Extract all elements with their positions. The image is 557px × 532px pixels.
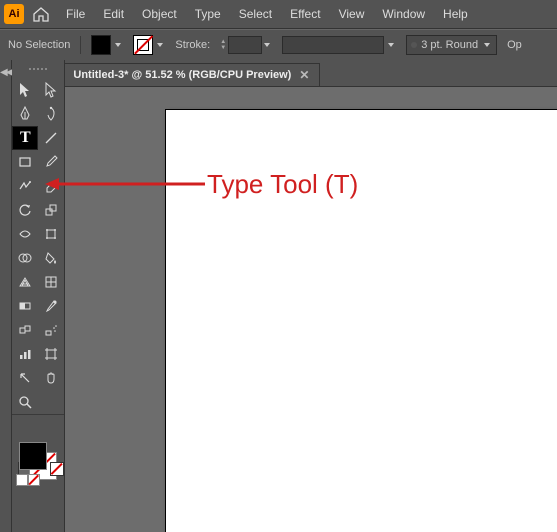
panel-collapse-icon[interactable]: ◀◀ [0, 67, 11, 78]
scale-tool[interactable] [38, 198, 64, 222]
menu-type[interactable]: Type [187, 3, 229, 25]
gradient-tool[interactable] [12, 294, 38, 318]
default-fillstroke-icon[interactable] [16, 474, 28, 486]
tools-panel: T [12, 60, 65, 532]
column-graph-tool[interactable] [12, 342, 38, 366]
close-tab-icon[interactable]: ✕ [299, 68, 309, 82]
menu-help[interactable]: Help [435, 3, 476, 25]
eyedropper-tool[interactable] [38, 294, 64, 318]
fill-swatch[interactable] [91, 35, 111, 55]
stroke-dropdown-icon[interactable] [155, 38, 165, 52]
rectangle-tool[interactable] [12, 150, 38, 174]
stroke-swatch-group[interactable] [133, 35, 165, 55]
brush-profile-button[interactable]: 3 pt. Round [406, 35, 497, 55]
type-tool[interactable]: T [12, 126, 38, 150]
document-tab-title: Untitled-3* @ 51.52 % (RGB/CPU Preview) [73, 69, 291, 81]
direct-selection-tool[interactable] [38, 78, 64, 102]
menu-edit[interactable]: Edit [95, 3, 132, 25]
pen-tool[interactable] [12, 102, 38, 126]
stroke-swatch[interactable] [133, 35, 153, 55]
home-icon[interactable] [32, 6, 50, 22]
shape-builder-tool[interactable] [12, 246, 38, 270]
stroke-weight-dropdown-icon[interactable] [262, 38, 272, 52]
paintbrush-tool[interactable] [38, 150, 64, 174]
curvature-tool[interactable] [38, 102, 64, 126]
eraser-tool[interactable] [38, 174, 64, 198]
empty-tool-slot [38, 390, 64, 414]
live-paint-bucket-tool[interactable] [38, 246, 64, 270]
menu-effect[interactable]: Effect [282, 3, 328, 25]
artboard[interactable] [165, 109, 557, 532]
menu-view[interactable]: View [331, 3, 373, 25]
menu-select[interactable]: Select [231, 3, 280, 25]
mesh-tool[interactable] [38, 270, 64, 294]
brush-profile-label: 3 pt. Round [421, 39, 478, 51]
app-logo: Ai [4, 4, 24, 24]
shaper-tool[interactable] [12, 174, 38, 198]
variable-width-profile-input[interactable] [282, 36, 384, 54]
selection-status: No Selection [8, 39, 70, 51]
blend-tool[interactable] [12, 318, 38, 342]
selection-tool[interactable] [12, 78, 38, 102]
menu-bar: File Edit Object Type Select Effect View… [58, 3, 476, 25]
variable-width-dropdown-icon[interactable] [386, 38, 396, 52]
profile-dot-icon [411, 42, 417, 48]
artboard-tool[interactable] [38, 342, 64, 366]
menu-window[interactable]: Window [374, 3, 433, 25]
slice-tool[interactable] [12, 366, 38, 390]
opacity-label: Op [507, 39, 522, 51]
panel-grip-icon[interactable] [18, 68, 58, 74]
brush-profile-dropdown-icon[interactable] [482, 38, 492, 52]
canvas-area[interactable] [65, 87, 557, 532]
menu-object[interactable]: Object [134, 3, 185, 25]
menu-file[interactable]: File [58, 3, 93, 25]
color-mode-none[interactable] [50, 462, 64, 476]
fill-dropdown-icon[interactable] [113, 38, 123, 52]
perspective-grid-tool[interactable] [12, 270, 38, 294]
stroke-step-down-icon[interactable]: ▼ [220, 45, 226, 51]
document-tab[interactable]: Untitled-3* @ 51.52 % (RGB/CPU Preview) … [65, 63, 320, 86]
stroke-label: Stroke: [175, 39, 210, 51]
free-transform-tool[interactable] [38, 222, 64, 246]
width-tool[interactable] [12, 222, 38, 246]
line-segment-tool[interactable] [38, 126, 64, 150]
symbol-sprayer-tool[interactable] [38, 318, 64, 342]
fill-swatch-group[interactable] [91, 35, 123, 55]
hand-tool[interactable] [38, 366, 64, 390]
stroke-weight-input[interactable] [228, 36, 262, 54]
rotate-tool[interactable] [12, 198, 38, 222]
fill-color-box[interactable] [19, 442, 47, 470]
zoom-tool[interactable] [12, 390, 38, 414]
